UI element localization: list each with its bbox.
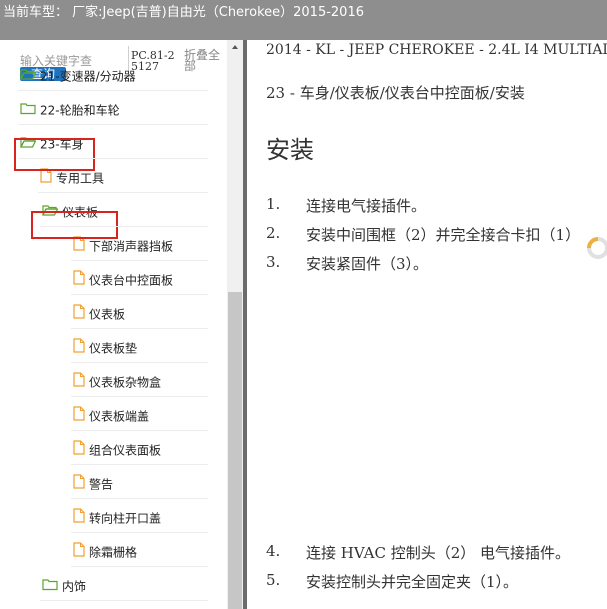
tree-item-label: 警告 xyxy=(89,477,114,492)
step-number: 3. xyxy=(266,253,281,271)
tree-row-divider xyxy=(71,260,208,261)
document-pane: 2014 - KL - JEEP CHEROKEE - 2.4L I4 MULT… xyxy=(247,40,607,609)
file-icon xyxy=(73,437,85,465)
tree-row-divider xyxy=(18,90,208,91)
scroll-up-arrow-icon[interactable] xyxy=(227,40,243,54)
folder-icon xyxy=(42,573,58,601)
sidebar-scrollbar[interactable] xyxy=(227,40,243,609)
tree-item-label: 仪表板杂物盒 xyxy=(89,375,162,390)
tree-row-divider xyxy=(40,226,208,227)
folder-open-icon xyxy=(20,63,37,91)
tree-item[interactable]: 22-轮胎和车轮 xyxy=(20,96,120,124)
title-bar: 当前车型： 厂家:Jeep(吉普)自由光（Cherokee）2015-2016 xyxy=(0,0,607,40)
step-number: 5. xyxy=(266,571,281,589)
sidebar: 查询 PC.81-25127 折叠全部 21-变速器/分动器22-轮胎和车轮23… xyxy=(0,40,243,609)
tree-item[interactable]: 仪表台中控面板 xyxy=(73,266,173,294)
tree-item[interactable]: 除霜栅格 xyxy=(73,538,137,566)
tree-item[interactable]: 警告 xyxy=(73,470,113,498)
step-number: 4. xyxy=(266,542,281,560)
step-text: 连接电气接插件。 xyxy=(306,197,427,215)
tree-row-divider xyxy=(71,362,208,363)
doc-breadcrumb: 23 - 车身/仪表板/仪表台中控面板/安装 xyxy=(266,84,525,102)
step-number: 1. xyxy=(266,195,281,213)
file-icon xyxy=(73,267,85,295)
tree-row-divider xyxy=(71,396,208,397)
tree-item-label: 21-变速器/分动器 xyxy=(40,69,136,84)
step-text: 安装控制头并完全固定夹（1）。 xyxy=(306,573,519,591)
scroll-thumb[interactable] xyxy=(228,292,242,609)
tree-item-label: 除霜栅格 xyxy=(89,545,138,560)
tree-item[interactable]: 组合仪表面板 xyxy=(73,436,161,464)
step-number: 2. xyxy=(266,224,281,242)
tree-row-divider xyxy=(40,600,208,601)
tree-item[interactable]: 21-变速器/分动器 xyxy=(20,62,136,90)
tree-row-divider xyxy=(18,158,208,159)
tree-item[interactable]: 仪表板端盖 xyxy=(73,402,149,430)
tree-item[interactable]: 仪表板 xyxy=(73,300,125,328)
loading-spinner-icon xyxy=(587,237,607,259)
tree-item[interactable]: 内饰 xyxy=(42,572,86,600)
tree-item-label: 22-轮胎和车轮 xyxy=(40,103,120,118)
tree-item[interactable]: 转向柱开口盖 xyxy=(73,504,161,532)
tree-row-divider xyxy=(38,192,208,193)
highlight-box-dashboard xyxy=(31,211,118,239)
tree-item-label: 仪表板垫 xyxy=(89,341,138,356)
tree-row-divider xyxy=(71,328,208,329)
tree-row-divider xyxy=(71,294,208,295)
pc-code: PC.81-25127 xyxy=(131,49,175,73)
current-vehicle-label: 当前车型： 厂家:Jeep(吉普)自由光（Cherokee）2015-2016 xyxy=(3,5,364,20)
tree-item-label: 仪表板 xyxy=(89,307,126,322)
tree-item-label: 内饰 xyxy=(62,579,87,594)
file-icon xyxy=(73,539,85,567)
file-icon xyxy=(73,335,85,363)
doc-vehicle-line: 2014 - KL - JEEP CHEROKEE - 2.4L I4 MULT… xyxy=(266,42,607,58)
step-text: 安装紧固件（3）。 xyxy=(306,255,429,273)
step-text: 安装中间围框（2）并完全接合卡扣（1） xyxy=(306,226,581,244)
tree-row-divider xyxy=(71,430,208,431)
step-text: 连接 HVAC 控制头（2） 电气接插件。 xyxy=(306,544,571,562)
tree-item[interactable]: 仪表板杂物盒 xyxy=(73,368,161,396)
tree-item-label: 组合仪表面板 xyxy=(89,443,162,458)
tree-row-divider xyxy=(18,124,208,125)
tree-item-label: 转向柱开口盖 xyxy=(89,511,162,526)
collapse-all-button[interactable]: 折叠全部 xyxy=(184,49,224,72)
file-icon xyxy=(73,369,85,397)
tree-item-label: 专用工具 xyxy=(56,171,105,186)
tree-row-divider xyxy=(71,532,208,533)
highlight-box-body xyxy=(14,138,95,171)
tree-item-label: 仪表板端盖 xyxy=(89,409,150,424)
file-icon xyxy=(73,301,85,329)
tree-row-divider xyxy=(71,464,208,465)
tree-row-divider xyxy=(71,566,208,567)
tree-item[interactable]: 仪表板垫 xyxy=(73,334,137,362)
file-icon xyxy=(73,505,85,533)
file-icon xyxy=(73,403,85,431)
tree-item-label: 下部消声器挡板 xyxy=(89,239,174,254)
tree-item-label: 仪表台中控面板 xyxy=(89,273,174,288)
file-icon xyxy=(73,471,85,499)
folder-icon xyxy=(20,97,36,125)
doc-heading: 安装 xyxy=(266,136,314,164)
tree-row-divider xyxy=(71,498,208,499)
